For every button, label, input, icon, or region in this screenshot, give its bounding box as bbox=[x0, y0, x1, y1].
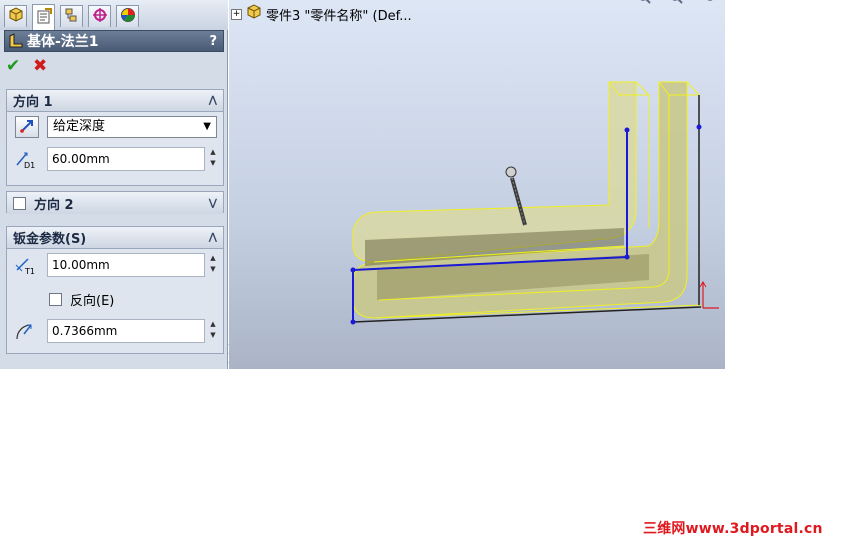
collapse-chevron-icon[interactable]: ⋀ bbox=[209, 232, 217, 243]
featuremanager-tree-icon bbox=[8, 7, 24, 26]
tab-dimxpertmanager[interactable] bbox=[88, 5, 111, 27]
ok-check-icon[interactable]: ✔ bbox=[6, 56, 24, 76]
direction2-checkbox[interactable] bbox=[13, 196, 26, 210]
depth-dimension-icon: D1 bbox=[13, 147, 37, 171]
end-condition-value: 给定深度 bbox=[53, 119, 106, 134]
graphics-area[interactable]: + 零件3 "零件名称" (Def... bbox=[229, 0, 725, 369]
direction1-header[interactable]: 方向 1 ⋀ bbox=[7, 90, 223, 112]
sheetmetal-header[interactable]: 钣金参数(S) ⋀ bbox=[7, 227, 223, 249]
reverse-direction-icon bbox=[19, 118, 35, 137]
sheet-metal-model[interactable] bbox=[229, 0, 725, 369]
dropdown-arrow-icon[interactable]: ▼ bbox=[203, 117, 211, 137]
direction2-group: 方向 2 ⋁ bbox=[6, 191, 224, 214]
tab-propertymanager[interactable] bbox=[32, 4, 55, 30]
model-body bbox=[352, 81, 702, 323]
manager-tab-bar bbox=[0, 0, 228, 30]
direction1-group: 方向 1 ⋀ 给定深度 ▼ D1 60.00mm ▲ ▼ bbox=[6, 89, 224, 186]
depth-input[interactable]: 60.00mm bbox=[47, 147, 205, 171]
origin-triad-icon bbox=[699, 281, 719, 309]
reverse-label: 反向(E) bbox=[70, 294, 115, 309]
thickness-spinner[interactable]: ▲ ▼ bbox=[206, 253, 220, 277]
sheetmetal-title: 钣金参数(S) bbox=[13, 232, 87, 247]
reverse-direction-button[interactable] bbox=[15, 116, 39, 138]
thickness-input[interactable]: 10.00mm bbox=[47, 253, 205, 277]
end-condition-select[interactable]: 给定深度 ▼ bbox=[47, 116, 217, 138]
bend-radius-icon bbox=[13, 319, 37, 343]
bend-radius-spinner[interactable]: ▲ ▼ bbox=[206, 319, 220, 343]
configurationmanager-icon bbox=[64, 7, 80, 26]
svg-text:T1: T1 bbox=[24, 267, 35, 276]
property-manager: 基体-法兰1 ? ✔ ✖ 方向 1 ⋀ 给定深度 ▼ D1 60.00mm ▲ ▼… bbox=[0, 0, 228, 369]
site-watermark: 三维网www.3dportal.cn bbox=[643, 521, 823, 537]
sheetmetal-params-group: 钣金参数(S) ⋀ T1 10.00mm ▲ ▼ 反向(E) 0.7366mm ▲… bbox=[6, 226, 224, 354]
collapse-chevron-icon[interactable]: ⋀ bbox=[209, 95, 217, 106]
bend-radius-input[interactable]: 0.7366mm bbox=[47, 319, 205, 343]
property-title-bar: 基体-法兰1 ? bbox=[4, 30, 224, 52]
help-button[interactable]: ? bbox=[209, 34, 217, 49]
propertymanager-icon bbox=[36, 8, 52, 27]
displaymanager-icon bbox=[120, 7, 136, 26]
property-title: 基体-法兰1 bbox=[27, 34, 99, 50]
depth-spinner[interactable]: ▲ ▼ bbox=[206, 147, 220, 171]
direction1-title: 方向 1 bbox=[13, 95, 53, 110]
tab-configurationmanager[interactable] bbox=[60, 5, 83, 27]
direction2-header[interactable]: 方向 2 ⋁ bbox=[7, 192, 223, 214]
thickness-icon: T1 bbox=[13, 253, 37, 277]
dimxpertmanager-icon bbox=[92, 7, 108, 26]
reverse-checkbox[interactable] bbox=[49, 293, 62, 306]
tab-displaymanager[interactable] bbox=[116, 5, 139, 27]
svg-text:D1: D1 bbox=[24, 161, 35, 170]
expand-chevron-icon[interactable]: ⋁ bbox=[209, 198, 217, 209]
base-flange-icon bbox=[8, 33, 24, 49]
direction2-title: 方向 2 bbox=[34, 197, 74, 213]
cancel-x-icon[interactable]: ✖ bbox=[33, 56, 51, 76]
reverse-row[interactable]: 反向(E) bbox=[49, 290, 114, 309]
tab-featuremanager[interactable] bbox=[4, 5, 27, 27]
